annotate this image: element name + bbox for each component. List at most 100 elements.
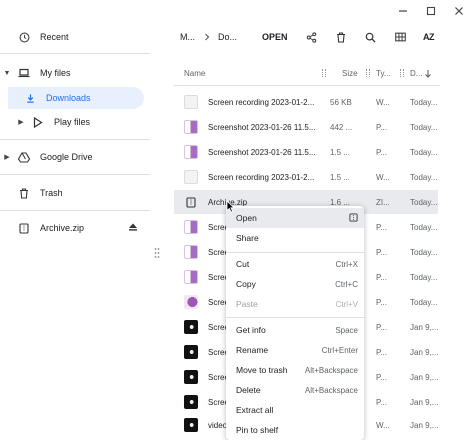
sidebar-divider (0, 53, 150, 54)
file-row[interactable]: Screen recording 2023-01-2... 1.5 ... W.… (174, 165, 438, 189)
image-thumbnail (184, 270, 198, 284)
menu-item-cut[interactable]: Cut Ctrl+X (226, 254, 364, 274)
shortcut-label: Alt+Backspace (304, 365, 358, 375)
sidebar-item-label: Recent (40, 32, 69, 42)
column-resize-handle[interactable] (366, 64, 370, 82)
sidebar-item-label: Downloads (46, 93, 91, 103)
sidebar-divider (0, 210, 150, 211)
file-type: W... (376, 97, 390, 107)
file-list-header: Name Size Ty... D... (174, 64, 440, 82)
file-type: P... (376, 372, 387, 382)
file-size: 56 KB (330, 97, 352, 107)
grid-view-icon[interactable] (395, 28, 406, 46)
open-button[interactable]: OPEN (262, 28, 288, 46)
file-type: W... (376, 172, 390, 182)
shortcut-label: Space (335, 325, 358, 335)
column-resize-handle[interactable] (322, 64, 326, 82)
file-row[interactable]: Screenshot 2023-01-26 11.5... 1.5 ... P.… (174, 140, 438, 164)
file-size: 1.5 ... (330, 147, 351, 157)
column-header-type[interactable]: Ty... (376, 64, 391, 82)
file-row[interactable]: Screenshot 2023-01-26 11.5... 442 ... P.… (174, 115, 438, 139)
menu-item-open[interactable]: Open (226, 208, 364, 228)
drive-icon (14, 150, 34, 164)
file-date: Today... (410, 297, 438, 307)
menu-item-label: Open (236, 213, 257, 223)
file-row[interactable]: Screen recording 2023-01-2... 56 KB W...… (174, 90, 438, 114)
file-type: P... (376, 122, 387, 132)
video-file-icon (184, 170, 198, 184)
image-thumbnail (184, 120, 198, 134)
zip-icon (14, 221, 34, 235)
caret-down-icon[interactable]: ▼ (0, 70, 14, 77)
sidebar-item-archive[interactable]: Archive.zip (0, 217, 146, 239)
search-icon[interactable] (365, 28, 376, 46)
menu-item-copy[interactable]: Copy Ctrl+C (226, 274, 364, 294)
sidebar-item-downloads[interactable]: Downloads (8, 87, 144, 109)
caret-right-icon[interactable]: ▶ (14, 118, 28, 126)
breadcrumb-my-files[interactable]: M... (180, 28, 195, 46)
file-type: P... (376, 247, 387, 257)
file-type: P... (376, 397, 387, 407)
menu-item-extract-all[interactable]: Extract all (226, 400, 364, 420)
column-header-date[interactable]: D... (410, 64, 422, 82)
menu-item-pin-to-shelf[interactable]: Pin to shelf (226, 420, 364, 440)
sidebar-item-my-files[interactable]: ▼ My files (0, 62, 146, 84)
column-header-name[interactable]: Name (184, 64, 205, 82)
sidebar-item-trash[interactable]: Trash (0, 182, 146, 204)
menu-item-label: Paste (236, 299, 258, 309)
menu-item-get-info[interactable]: Get info Space (226, 320, 364, 340)
sidebar-item-label: Google Drive (40, 152, 93, 162)
share-icon[interactable] (306, 28, 317, 46)
menu-item-label: Rename (236, 345, 269, 355)
image-thumbnail (184, 220, 198, 234)
shortcut-label: Ctrl+C (335, 279, 358, 289)
window-controls (396, 4, 466, 18)
shortcut-label: Ctrl+V (335, 299, 358, 309)
shortcut-label: Ctrl+Enter (321, 345, 358, 355)
menu-item-delete[interactable]: Delete Alt+Backspace (226, 380, 364, 400)
sidebar: Recent ▼ My files Downloads ▶ Play files… (0, 22, 150, 440)
file-date: Today... (410, 222, 438, 232)
menu-item-move-to-trash[interactable]: Move to trash Alt+Backspace (226, 360, 364, 380)
delete-icon[interactable] (336, 28, 346, 46)
close-icon[interactable] (452, 4, 466, 18)
menu-item-rename[interactable]: Rename Ctrl+Enter (226, 340, 364, 360)
panel-resize-handle[interactable] (154, 246, 160, 258)
file-type: W... (376, 420, 390, 430)
caret-right-icon[interactable]: ▶ (0, 153, 14, 161)
sidebar-item-label: Play files (54, 117, 91, 127)
sort-az-icon[interactable]: AZ (423, 28, 435, 46)
header-divider (174, 85, 440, 86)
file-type: P... (376, 147, 387, 157)
laptop-icon (14, 66, 34, 80)
context-menu: Open Share Cut Ctrl+X Copy Ctrl+C Paste … (226, 206, 364, 440)
file-date: Today... (410, 197, 438, 207)
column-resize-handle[interactable] (400, 64, 404, 82)
menu-item-label: Cut (236, 259, 250, 269)
column-header-size[interactable]: Size (342, 64, 358, 82)
download-icon (20, 91, 40, 105)
file-date: Today... (410, 272, 438, 282)
sidebar-item-google-drive[interactable]: ▶ Google Drive (0, 146, 146, 168)
file-size: 1.5 ... (330, 172, 351, 182)
menu-separator (226, 317, 364, 318)
toolbar: M... Do... OPEN AZ (174, 28, 474, 46)
file-date: Jan 9,... (410, 322, 439, 332)
minimize-icon[interactable] (396, 4, 410, 18)
image-thumbnail (184, 370, 198, 384)
file-date: Today... (410, 247, 438, 257)
sort-arrow-down-icon[interactable] (424, 64, 432, 82)
sidebar-item-play-files[interactable]: ▶ Play files (0, 111, 146, 133)
image-thumbnail (184, 320, 198, 334)
eject-icon[interactable] (128, 222, 138, 234)
image-thumbnail (184, 345, 198, 359)
menu-item-share[interactable]: Share (226, 228, 364, 248)
file-date: Jan 9,... (410, 372, 439, 382)
zip-icon (184, 195, 198, 209)
file-size: 442 ... (330, 122, 353, 132)
maximize-icon[interactable] (424, 4, 438, 18)
sidebar-item-recent[interactable]: Recent (0, 26, 146, 48)
menu-item-paste: Paste Ctrl+V (226, 294, 364, 314)
sidebar-divider (0, 174, 150, 175)
breadcrumb-downloads[interactable]: Do... (218, 28, 237, 46)
